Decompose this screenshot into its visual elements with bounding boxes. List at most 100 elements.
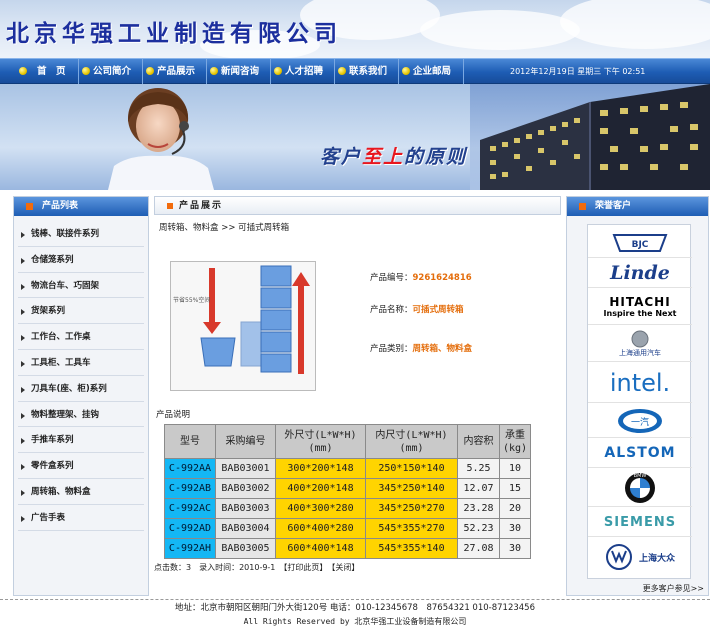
nav-label: 公司简介 — [93, 66, 132, 77]
logo-text: HITACHI — [609, 295, 671, 309]
category-label: 物料整理架、挂钩 — [31, 409, 100, 420]
table-cell: BAB03001 — [215, 458, 276, 479]
table-cell: C-992AD — [164, 518, 216, 539]
triangle-bullet-icon — [21, 309, 25, 316]
category-item[interactable]: 物料整理架、挂钩 — [18, 402, 144, 428]
table-cell: 10 — [499, 458, 531, 479]
logo-text: 上海通用汽车 — [619, 348, 661, 357]
triangle-bullet-icon — [21, 464, 25, 471]
table-row: C-992AH BAB03005 600*400*148 545*355*140… — [164, 538, 531, 559]
nav-products[interactable]: 产品展示 — [144, 59, 207, 84]
shanghai-vw-logo[interactable]: 上海大众 — [588, 538, 692, 576]
nav-jobs[interactable]: 人才招聘 — [272, 59, 335, 84]
category-item[interactable]: 广告手表 — [18, 505, 144, 531]
category-label: 物流台车、巧固架 — [31, 280, 100, 291]
nav-home[interactable]: 首 页 — [17, 59, 79, 84]
table-cell: C-992AC — [164, 498, 216, 519]
table-cell: C-992AB — [164, 478, 216, 499]
logo-text: ALSTOM — [604, 445, 676, 461]
current-datetime: 2012年12月19日 星期三 下午 02:51 — [510, 67, 646, 76]
category-item[interactable]: 刀具车(座、柜)系列 — [18, 376, 144, 402]
footer-address: 地址：北京市朝阳区朝阳门外大街120号 电话：010-12345678 8765… — [174, 603, 535, 613]
nav-label: 产品展示 — [157, 66, 196, 77]
page-meta-links[interactable]: 点击数：3 录入时间：2010-9-1 【打印此页】 【关闭】 — [154, 562, 359, 573]
nav-news[interactable]: 新闻咨询 — [208, 59, 271, 84]
nav-bullet-icon — [402, 67, 410, 75]
nav-bullet-icon — [274, 67, 282, 75]
crate-photo-image: 节省55%空间 — [171, 262, 315, 390]
triangle-bullet-icon — [21, 257, 25, 264]
gm-emblem-icon — [631, 330, 649, 347]
siemens-logo[interactable]: SIEMENS — [588, 508, 692, 537]
category-label: 广告手表 — [31, 512, 66, 523]
alstom-logo[interactable]: ALSTOM — [588, 439, 692, 468]
image-caption: 节省55%空间 — [173, 296, 210, 304]
category-item[interactable]: 手推车系列 — [18, 427, 144, 454]
table-cell: 345*250*270 — [365, 498, 458, 519]
square-bullet-icon — [26, 203, 33, 210]
linde-logo[interactable]: Linde — [588, 259, 692, 288]
hitachi-logo[interactable]: HITACHI Inspire the Next — [588, 289, 692, 325]
nav-label: 首 页 — [37, 66, 66, 77]
triangle-bullet-icon — [21, 412, 25, 419]
faw-logo[interactable]: 一汽 — [588, 404, 692, 438]
table-cell: 20 — [499, 498, 531, 519]
category-item[interactable]: 仓储笼系列 — [18, 247, 144, 273]
nav-mail[interactable]: 企业邮局 — [400, 59, 464, 84]
category-item[interactable]: 周转箱、物料盒 — [18, 479, 144, 505]
customer-service-person-image — [108, 88, 214, 190]
table-cell: 545*355*140 — [365, 538, 458, 559]
product-name-value: 可插式周转箱 — [412, 305, 464, 315]
nav-bullet-icon — [210, 67, 218, 75]
table-cell: BAB03005 — [215, 538, 276, 559]
table-cell: 545*355*270 — [365, 518, 458, 539]
nav-contact[interactable]: 联系我们 — [336, 59, 399, 84]
footer-divider — [0, 599, 710, 600]
category-item[interactable]: 钱棒、联接件系列 — [18, 221, 144, 247]
category-label: 工作台、工作桌 — [31, 332, 91, 343]
office-building-image — [470, 84, 710, 190]
slogan-part: 的原则 — [404, 146, 468, 168]
table-cell: 23.28 — [457, 498, 500, 519]
panel-header: 产品展示 — [154, 196, 561, 215]
table-cell: BAB03002 — [215, 478, 276, 499]
table-cell: 600*400*148 — [275, 538, 366, 559]
table-cell: C-992AA — [164, 458, 216, 479]
column-header: 承重(kg) — [499, 424, 531, 459]
category-label: 仓储笼系列 — [31, 254, 74, 265]
product-image[interactable]: 节省55%空间 — [170, 261, 316, 391]
slogan-part: 客户 — [320, 146, 363, 168]
footer-copyright: All Rights Reserved by 北京华强工业设备制造有限公司 — [243, 617, 467, 626]
table-cell: 30 — [499, 538, 531, 559]
category-item[interactable]: 工作台、工作桌 — [18, 324, 144, 350]
product-category-row: 产品类别：周转箱、物料盒 — [370, 342, 472, 354]
bmw-logo[interactable]: BMW — [588, 469, 692, 507]
bmw-emblem-icon: BMW — [625, 472, 655, 503]
sidebar-header: 产品列表 — [14, 197, 148, 216]
breadcrumb[interactable]: 周转箱、物料盒 >> 可插式周转箱 — [159, 221, 289, 233]
logo-text: SIEMENS — [603, 514, 677, 530]
table-cell: BAB03003 — [215, 498, 276, 519]
category-item[interactable]: 货架系列 — [18, 298, 144, 325]
sidebar-title: 荣誉客户 — [595, 201, 632, 211]
product-name-row: 产品名称：可插式周转箱 — [370, 303, 464, 315]
table-cell: 345*250*140 — [365, 478, 458, 499]
category-label: 工具柜、工具车 — [31, 357, 91, 368]
table-row: C-992AB BAB03002 400*200*148 345*250*140… — [164, 478, 531, 499]
category-item[interactable]: 零件盒系列 — [18, 453, 144, 479]
sidebar-title: 产品列表 — [42, 201, 79, 211]
description-label: 产品说明 — [156, 410, 191, 420]
column-header: 外尺寸(L*W*H)(mm) — [275, 424, 366, 459]
nav-label: 企业邮局 — [413, 66, 452, 77]
more-clients-link[interactable]: 更多客户参见>> — [643, 583, 704, 594]
table-cell: 12.07 — [457, 478, 500, 499]
category-item[interactable]: 工具柜、工具车 — [18, 350, 144, 376]
triangle-bullet-icon — [21, 438, 25, 445]
shanghai-gm-logo[interactable]: 上海通用汽车 — [588, 326, 692, 362]
bjc-logo[interactable]: BJC — [588, 229, 692, 258]
intel-logo[interactable]: intel. — [588, 363, 692, 403]
table-cell: 400*200*148 — [275, 478, 366, 499]
client-logo-list: BJC Linde HITACHI Inspire the Next 上海通用汽车… — [587, 224, 692, 579]
category-item[interactable]: 物流台车、巧固架 — [18, 273, 144, 299]
nav-about[interactable]: 公司简介 — [80, 59, 143, 84]
